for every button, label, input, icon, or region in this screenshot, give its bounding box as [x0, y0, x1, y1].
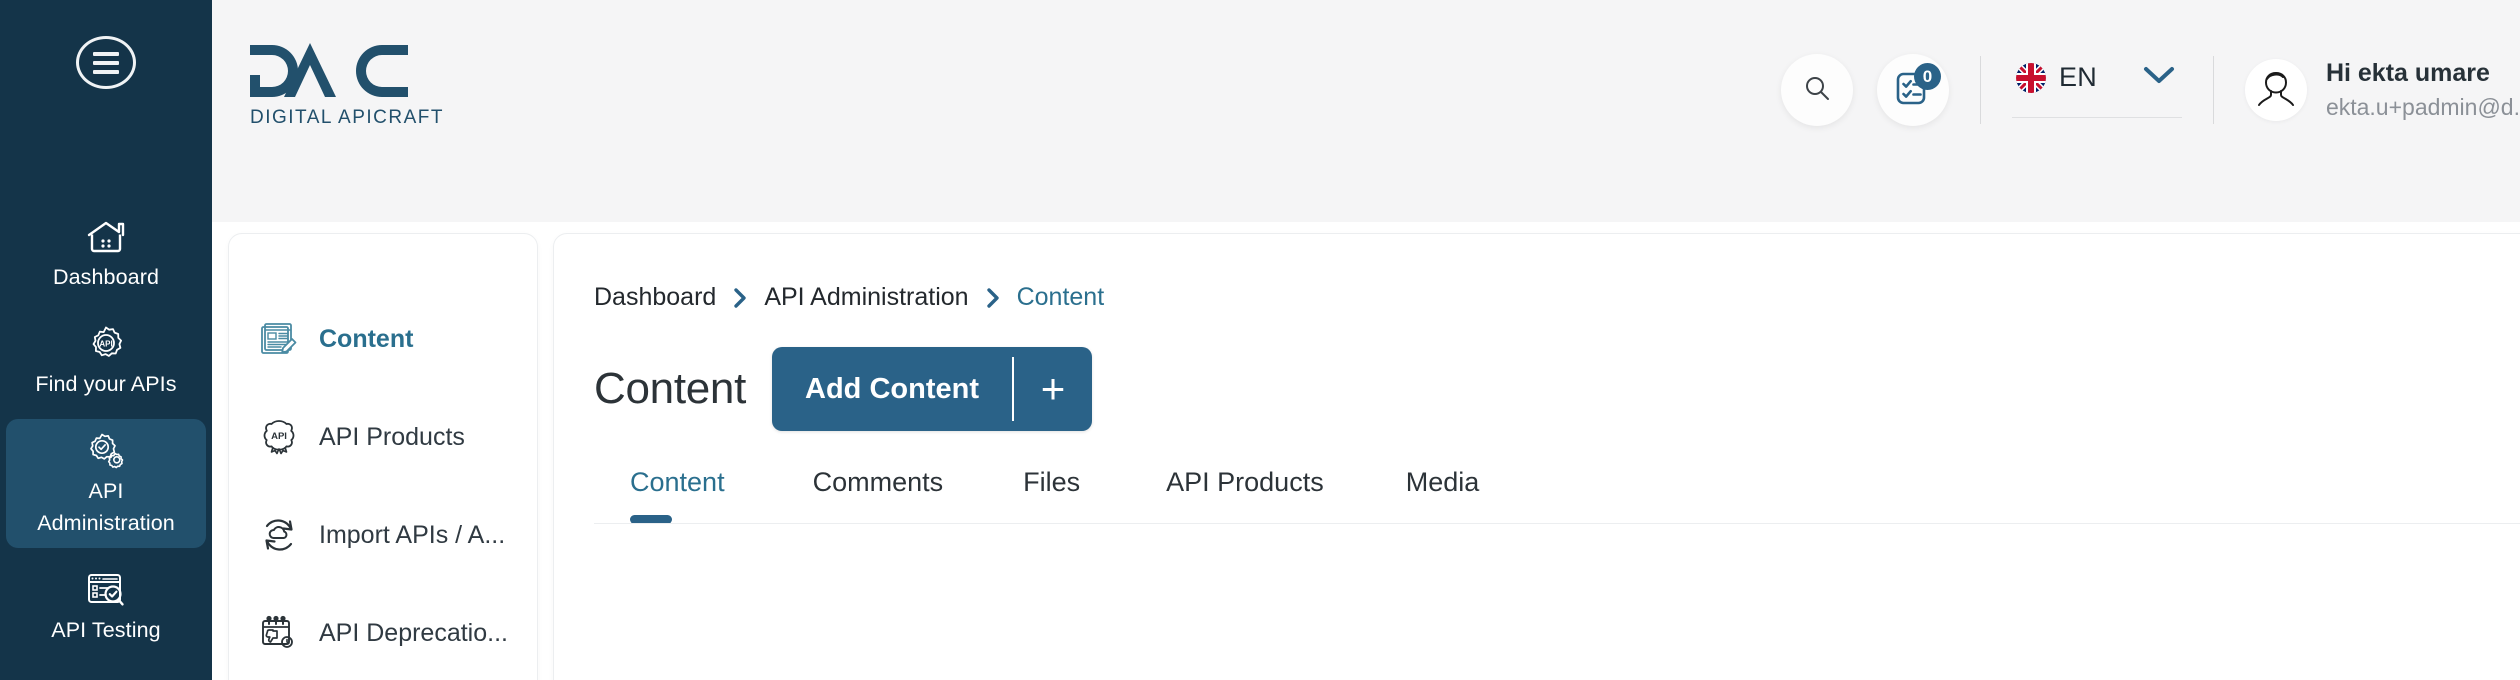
api-testing-icon [83, 569, 129, 611]
uk-flag-icon [2015, 62, 2046, 93]
primary-sidebar: Dashboard API Find your APIs API Adminis… [0, 0, 212, 680]
avatar [2244, 59, 2307, 121]
tab-label: Content [630, 467, 725, 497]
sidebar-item-api-deprecation[interactable]: API Deprecatio... [229, 584, 537, 680]
cloud-sync-icon [259, 515, 299, 555]
secondary-nav-list: Content API API Products Import APIs / A… [229, 234, 537, 680]
search-button[interactable] [1780, 54, 1853, 126]
language-selector[interactable]: EN [2011, 62, 2182, 118]
sidebar-item-api-testing[interactable]: API Testing [6, 558, 206, 655]
calendar-deprecation-icon [259, 613, 299, 653]
breadcrumb-item-api-administration[interactable]: API Administration [764, 283, 968, 312]
hamburger-bar [93, 69, 119, 74]
sidebar-item-api-products[interactable]: API API Products [229, 388, 537, 486]
secondary-sidebar-card: Content API API Products Import APIs / A… [228, 233, 538, 680]
content-document-icon [259, 319, 299, 359]
dac-logo[interactable]: DIGITAL APICRAFT [248, 39, 466, 139]
breadcrumb-item-dashboard[interactable]: Dashboard [594, 283, 716, 312]
sidebar-item-label: Content [319, 324, 414, 353]
svg-text:API: API [271, 431, 287, 442]
hamburger-bar [93, 51, 119, 56]
tab-list: Content Comments Files API Products Medi… [554, 467, 2520, 524]
user-menu[interactable]: Hi ekta umare ekta.u+padmin@d. [2244, 59, 2520, 121]
sidebar-item-label: API Products [319, 422, 465, 451]
add-content-button[interactable]: Add Content + [772, 347, 1092, 431]
tab-files[interactable]: Files [993, 467, 1110, 524]
tabs-bottom-rule [594, 523, 2520, 524]
plus-icon[interactable]: + [1014, 347, 1092, 431]
sidebar-item-content[interactable]: Content [229, 290, 537, 388]
sidebar-item-api-administration[interactable]: API Administration [6, 419, 206, 548]
hamburger-icon[interactable] [76, 36, 136, 89]
sidebar-item-label-line1: API [88, 479, 124, 503]
top-header: DIGITAL APICRAFT 0 EN Hi ekta umare ekta… [212, 0, 2520, 222]
api-badge-icon: API [259, 417, 299, 457]
sidebar-item-label: Dashboard [52, 265, 160, 289]
tab-label: API Products [1166, 467, 1324, 497]
main-content-card: Dashboard API Administration Content Con… [553, 233, 2520, 680]
user-greeting: Hi ekta umare [2325, 59, 2490, 87]
tab-api-products[interactable]: API Products [1136, 467, 1354, 524]
sidebar-item-label: API Deprecatio... [319, 618, 508, 647]
breadcrumb-item-content[interactable]: Content [1017, 283, 1105, 312]
sidebar-item-dashboard[interactable]: Dashboard [6, 205, 206, 302]
language-code: EN [2058, 62, 2098, 92]
home-icon [83, 216, 129, 258]
sidebar-item-label: Find your APIs [35, 372, 177, 396]
chevron-right-icon [732, 286, 748, 310]
tabs-section: Content Comments Files API Products Medi… [554, 467, 2520, 524]
notification-badge: 0 [1913, 63, 1941, 90]
sidebar-item-import-apis[interactable]: Import APIs / A... [229, 486, 537, 584]
api-gear-icon: API [83, 323, 129, 365]
sidebar-nav-list: Dashboard API Find your APIs API Adminis… [0, 205, 212, 665]
user-email: ekta.u+padmin@d. [2325, 94, 2520, 120]
hamburger-bar [93, 60, 119, 65]
tab-content[interactable]: Content [594, 467, 755, 524]
tab-label: Comments [812, 467, 944, 497]
tab-comments[interactable]: Comments [783, 467, 974, 524]
sidebar-item-label: Import APIs / A... [319, 520, 506, 549]
header-divider [1979, 56, 1981, 124]
api-admin-gear-icon [83, 430, 129, 472]
tab-media[interactable]: Media [1376, 467, 1510, 524]
add-content-label: Add Content [805, 372, 979, 405]
header-divider [2212, 56, 2214, 124]
app-root: Dashboard API Find your APIs API Adminis… [0, 0, 2520, 680]
page-title: Content [594, 364, 747, 413]
breadcrumb: Dashboard API Administration Content [554, 234, 2520, 312]
header-actions: 0 EN Hi ekta umare ekta.u+padmin@d. [1780, 0, 2520, 180]
svg-text:API: API [99, 340, 112, 349]
tab-label: Files [1023, 467, 1081, 497]
sidebar-item-find-your-apis[interactable]: API Find your APIs [6, 312, 206, 409]
chevron-down-icon[interactable] [2142, 64, 2176, 91]
page-header-row: Content Add Content + [554, 312, 2520, 431]
search-icon [1802, 73, 1832, 108]
chevron-right-icon [985, 286, 1001, 310]
tab-label: Media [1405, 467, 1480, 497]
svg-text:DIGITAL APICRAFT: DIGITAL APICRAFT [250, 107, 444, 128]
notifications-button[interactable]: 0 [1876, 54, 1949, 126]
sidebar-item-label-line2: Administration [37, 511, 175, 535]
sidebar-item-label: API Testing [51, 618, 161, 642]
